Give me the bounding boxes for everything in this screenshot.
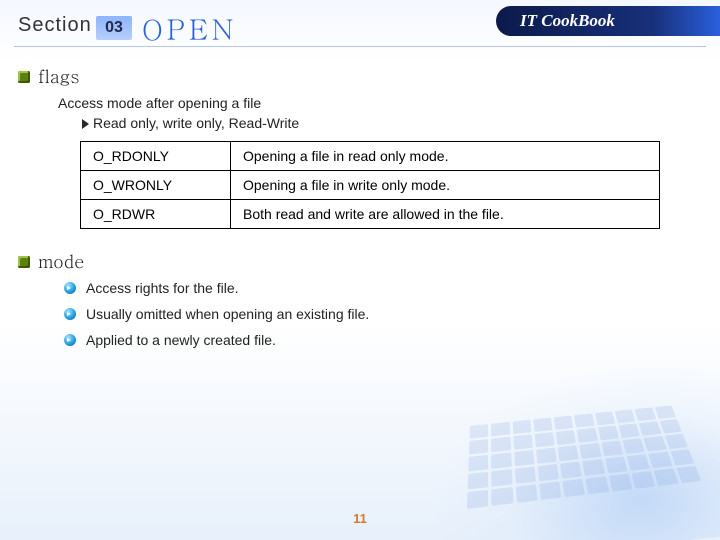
keyboard-keys-decoration: [467, 405, 705, 516]
header-divider: [14, 46, 706, 47]
flag-key: O_WRONLY: [81, 171, 231, 200]
list-item: Usually omitted when opening an existing…: [64, 306, 702, 322]
bullet-chip-icon: [18, 71, 30, 83]
slide-title: OPEN: [142, 8, 237, 48]
mode-heading: mode: [38, 249, 84, 274]
triangle-bullet-icon: [82, 119, 89, 129]
mode-heading-row: mode: [18, 249, 702, 274]
flags-heading: flags: [38, 64, 79, 89]
table-row: O_RDONLY Opening a file in read only mod…: [81, 142, 660, 171]
flags-subtitle-2: Read only, write only, Read-Write: [82, 115, 702, 131]
slide-header: Section 03 OPEN IT CookBook: [0, 0, 720, 48]
section-number: 03: [105, 19, 123, 36]
flags-subtitle: Access mode after opening a file: [58, 95, 702, 111]
mode-item-text: Applied to a newly created file.: [86, 332, 276, 348]
disc-bullet-icon: [64, 334, 76, 346]
bullet-chip-icon: [18, 256, 30, 268]
mode-list: Access rights for the file. Usually omit…: [64, 280, 702, 348]
mode-block: mode Access rights for the file. Usually…: [18, 249, 702, 348]
flags-table: O_RDONLY Opening a file in read only mod…: [80, 141, 660, 229]
flag-desc: Opening a file in read only mode.: [231, 142, 660, 171]
flag-desc: Opening a file in write only mode.: [231, 171, 660, 200]
list-item: Applied to a newly created file.: [64, 332, 702, 348]
flag-desc: Both read and write are allowed in the f…: [231, 200, 660, 229]
flag-key: O_RDONLY: [81, 142, 231, 171]
brand-bar: IT CookBook: [496, 6, 720, 36]
table-row: O_RDWR Both read and write are allowed i…: [81, 200, 660, 229]
slide-content: flags Access mode after opening a file R…: [18, 64, 702, 358]
table-row: O_WRONLY Opening a file in write only mo…: [81, 171, 660, 200]
disc-bullet-icon: [64, 282, 76, 294]
mode-item-text: Access rights for the file.: [86, 280, 239, 296]
section-number-badge: 03: [96, 16, 132, 40]
flags-subtitle-2-text: Read only, write only, Read-Write: [93, 115, 299, 131]
mode-item-text: Usually omitted when opening an existing…: [86, 306, 369, 322]
flags-heading-row: flags: [18, 64, 702, 89]
page-number: 11: [0, 511, 720, 526]
list-item: Access rights for the file.: [64, 280, 702, 296]
flag-key: O_RDWR: [81, 200, 231, 229]
section-label: Section: [18, 14, 92, 37]
disc-bullet-icon: [64, 308, 76, 320]
